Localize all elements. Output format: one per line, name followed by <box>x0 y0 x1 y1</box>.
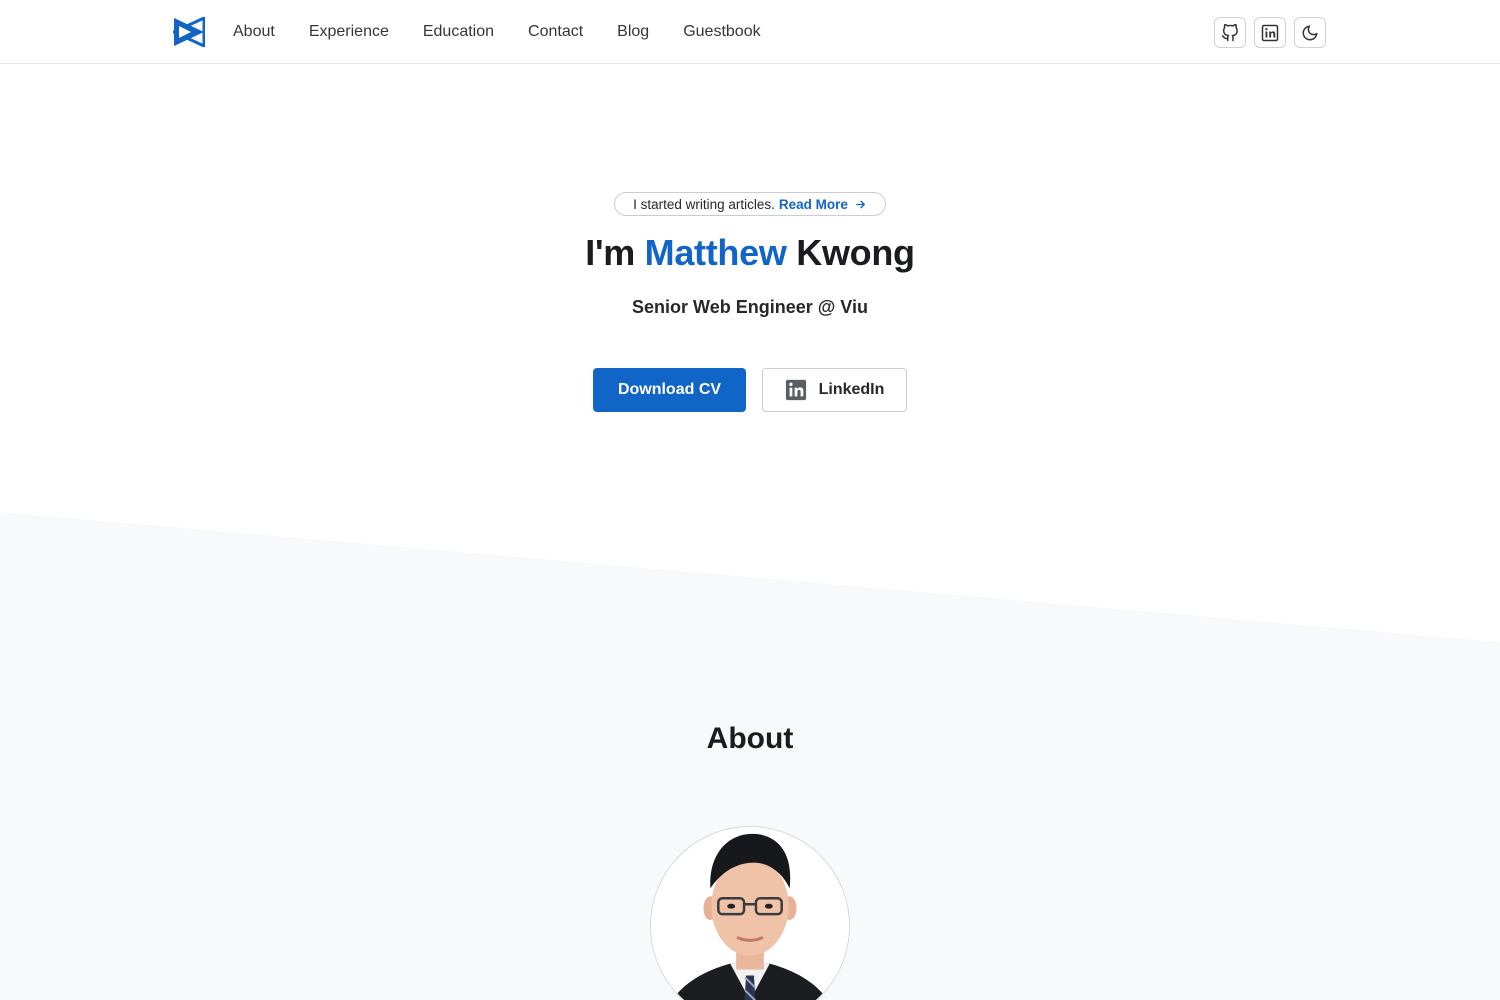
hero-subtitle: Senior Web Engineer @ Viu <box>632 297 868 317</box>
nav-guestbook[interactable]: Guestbook <box>683 0 760 63</box>
linkedin-button-label: LinkedIn <box>818 381 885 398</box>
linkedin-icon <box>785 379 806 401</box>
title-first-name: Matthew <box>644 232 787 273</box>
title-prefix: I'm <box>585 232 635 273</box>
main-nav: About Experience Education Contact Blog … <box>233 0 795 63</box>
read-more-link[interactable]: Read More <box>779 197 867 212</box>
github-button[interactable] <box>1214 17 1246 48</box>
linkedin-icon <box>1261 24 1279 41</box>
hero-title: I'm Matthew Kwong <box>0 232 1500 274</box>
nav-experience[interactable]: Experience <box>309 0 389 63</box>
title-last-name: Kwong <box>796 232 915 273</box>
profile-photo <box>651 827 849 1000</box>
dark-mode-toggle[interactable] <box>1294 17 1326 48</box>
moon-icon <box>1302 25 1318 40</box>
nav-about[interactable]: About <box>233 0 275 63</box>
header-actions <box>1214 17 1334 48</box>
github-icon <box>1221 23 1238 41</box>
announcement-pill: I started writing articles. Read More <box>614 192 886 216</box>
nav-education[interactable]: Education <box>423 0 494 63</box>
arrow-right-icon <box>855 200 865 208</box>
site-header: About Experience Education Contact Blog … <box>0 0 1500 64</box>
read-more-label: Read More <box>778 196 848 212</box>
announcement-text: I started writing articles. <box>633 196 775 212</box>
nav-contact[interactable]: Contact <box>528 0 583 63</box>
about-heading: About <box>706 722 794 755</box>
download-cv-button[interactable]: Download CV <box>593 368 746 412</box>
nav-blog[interactable]: Blog <box>617 0 649 63</box>
linkedin-profile-button[interactable]: LinkedIn <box>762 368 907 412</box>
linkedin-button[interactable] <box>1254 17 1286 48</box>
bowtie-logo-icon[interactable] <box>173 17 205 47</box>
